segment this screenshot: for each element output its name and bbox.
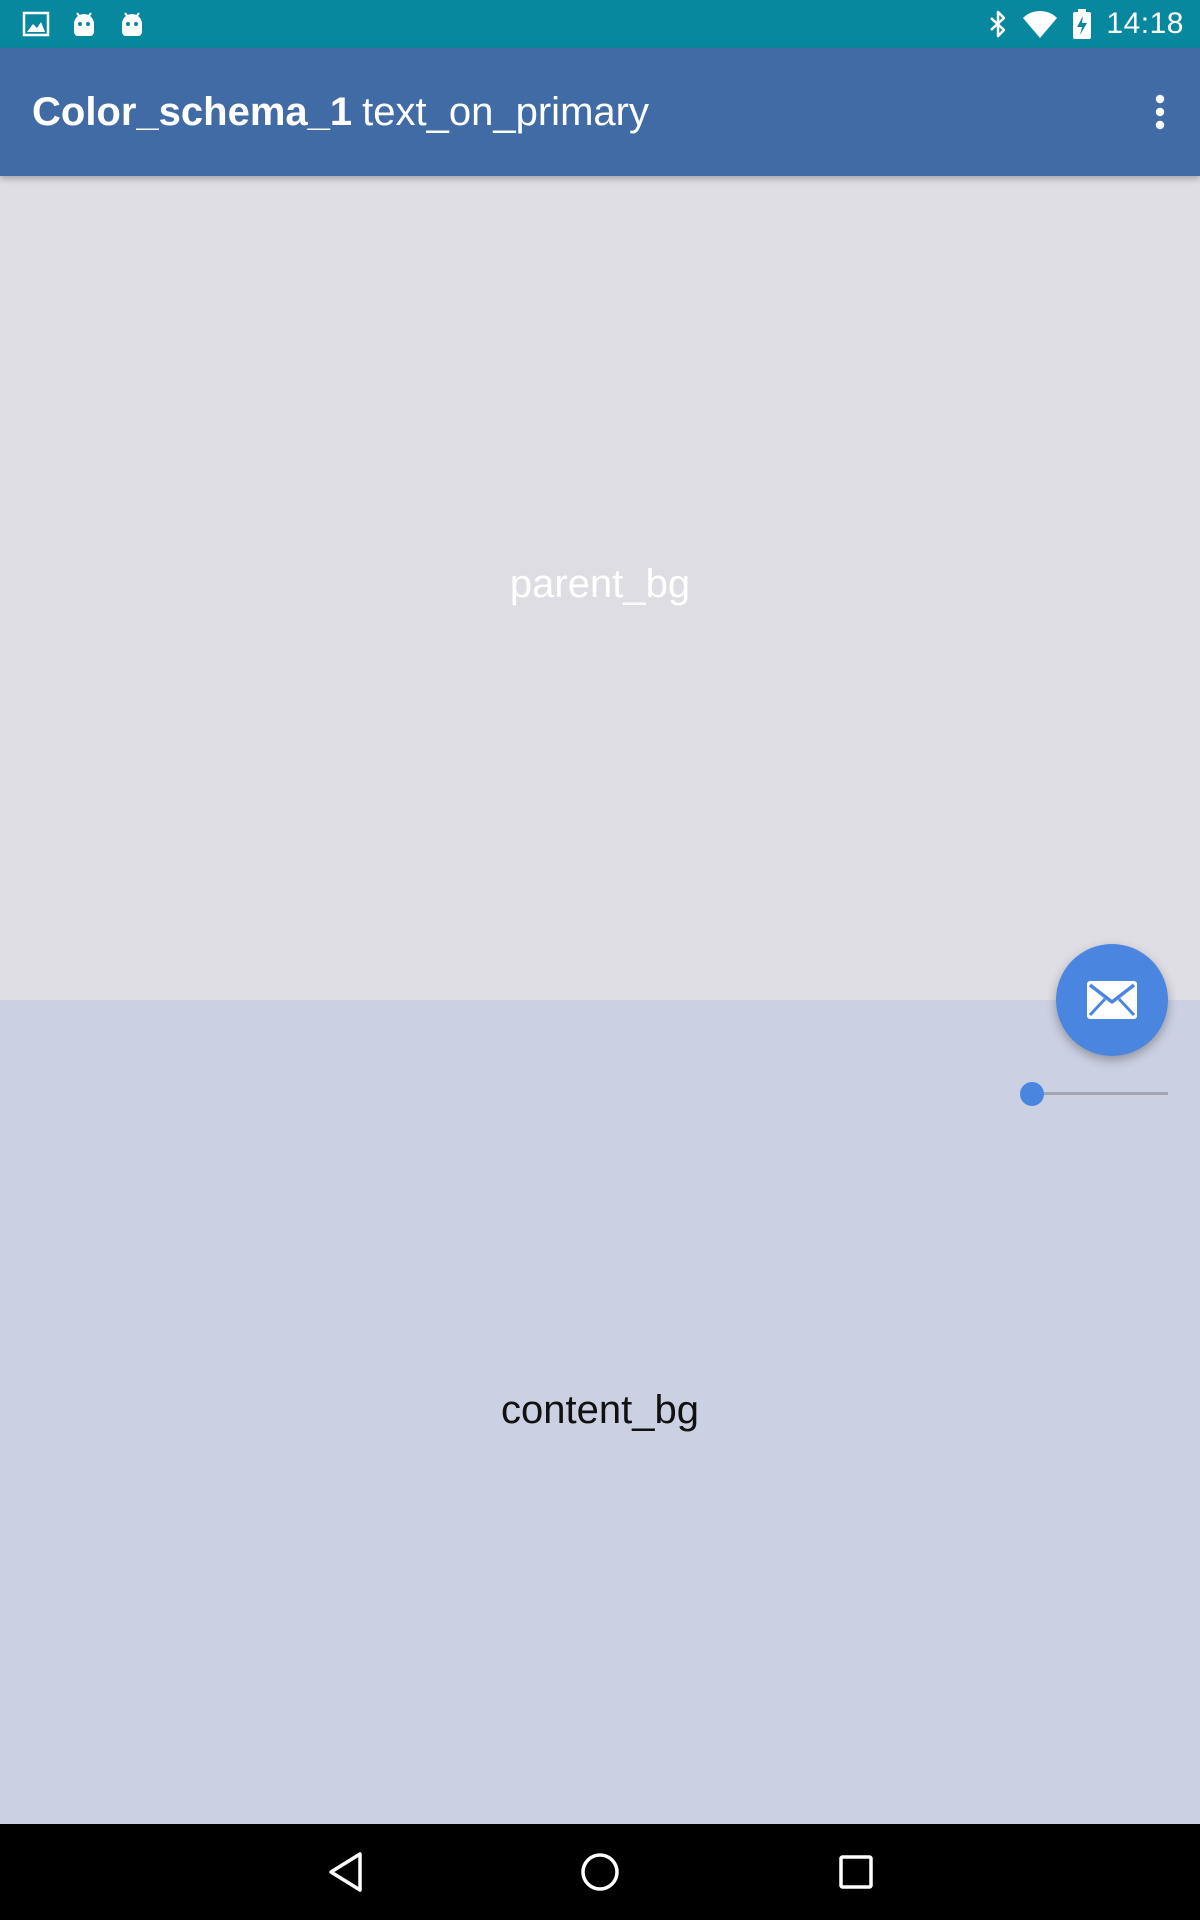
navigation-bar [0,1824,1200,1920]
more-vert-icon [1155,94,1165,130]
back-button[interactable] [316,1842,376,1902]
notification-icons [22,9,146,39]
clock: 14:18 [1106,7,1184,40]
system-status: 14:18 [988,0,1184,48]
status-bar: 14:18 [0,0,1200,48]
mail-icon [1087,981,1137,1019]
slider-track[interactable] [1032,1092,1168,1095]
title-primary: Color_schema_1 [32,89,353,134]
bluetooth-icon [990,10,1006,38]
android-notification-icon [74,12,94,36]
battery-charging-icon [1073,9,1092,39]
seek-slider[interactable] [1016,1076,1168,1112]
app-bar: Color_schema_1 text_on_primary [0,48,1200,176]
home-button[interactable] [570,1842,630,1902]
overflow-menu-button[interactable] [1142,80,1178,144]
recents-button[interactable] [826,1842,886,1902]
slider-thumb[interactable] [1020,1082,1044,1106]
content-panel: content_bg [0,1000,1200,1824]
mail-fab-button[interactable] [1056,944,1168,1056]
image-notification-icon [22,11,50,37]
home-icon [581,1853,619,1891]
android-notification-icon [122,12,142,36]
back-icon [329,1852,362,1892]
page-title: Color_schema_1 text_on_primary [32,48,649,176]
parent-panel: parent_bg [0,176,1200,1000]
screen: 14:18 Color_schema_1 text_on_primary par… [0,0,1200,1920]
content-label: content_bg [501,1388,699,1432]
recents-icon [839,1855,873,1889]
title-secondary: text_on_primary [362,89,649,134]
wifi-icon [1023,10,1058,38]
parent-label: parent_bg [509,562,691,606]
